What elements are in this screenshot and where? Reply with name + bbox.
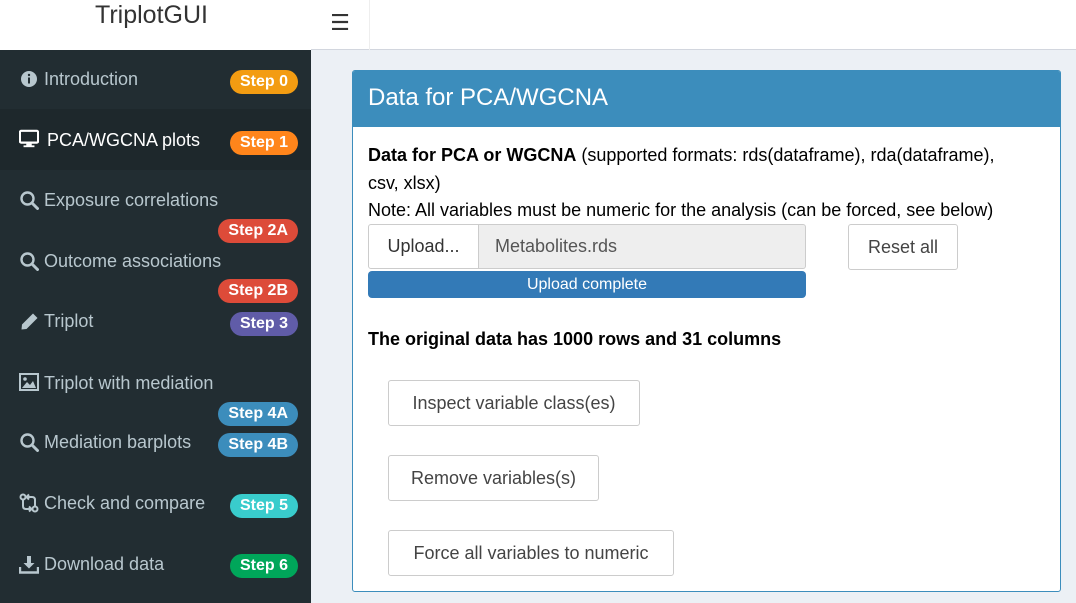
sidebar-item-label: Triplot with mediation (44, 373, 214, 393)
sidebar-item-outcome-associations[interactable]: Outcome associations Step 2B (0, 231, 311, 303)
step-badge: Step 1 (229, 131, 298, 155)
pencil-icon (19, 311, 39, 331)
sidebar-item-label: Check and compare (44, 493, 206, 513)
sidebar-toggle-button[interactable]: ☰ (311, 0, 370, 50)
format-description-rest: (supported formats: rds(dataframe), rda(… (576, 145, 995, 165)
search-icon (19, 251, 39, 271)
sidebar-item-label: PCA/WGCNA plots (47, 130, 201, 150)
sidebar-item-triplot-with-mediation[interactable]: Triplot with mediation Step 4A (0, 352, 311, 426)
data-summary: The original data has 1000 rows and 31 c… (368, 329, 782, 349)
sidebar-item-label: Triplot (44, 311, 94, 331)
sidebar-item-download-data[interactable]: Download data Step 6 (0, 535, 311, 595)
force-numeric-button[interactable]: Force all variables to numeric (388, 530, 674, 576)
search-icon (19, 190, 39, 210)
compare-icon (19, 493, 39, 513)
hamburger-icon: ☰ (330, 10, 350, 35)
data-box: Data for PCA/WGCNA Data for PCA or WGCNA… (352, 70, 1061, 592)
upload-progress-fill: Upload complete (368, 271, 806, 298)
format-description: Data for PCA or WGCNA (supported formats… (368, 145, 995, 166)
download-icon (19, 554, 39, 574)
step-badge: Step 5 (229, 494, 298, 518)
step-badge: Step 4B (218, 433, 298, 457)
sidebar-item-label: Outcome associations (44, 251, 222, 271)
sidebar-item-introduction[interactable]: Introduction Step 0 (0, 50, 311, 109)
desktop-icon (19, 129, 39, 149)
image-icon (19, 372, 39, 392)
file-name-field: Metabolites.rds (479, 224, 806, 269)
box-title: Data for PCA/WGCNA (368, 84, 609, 111)
app-title: TriplotGUI (95, 1, 208, 29)
upload-progress-bar: Upload complete (368, 271, 806, 298)
sidebar-item-label: Download data (44, 554, 165, 574)
file-upload-group: Upload... Metabolites.rds (368, 224, 806, 269)
format-description-bold: Data for PCA or WGCNA (368, 145, 577, 165)
search-icon (19, 432, 39, 452)
remove-variables-button[interactable]: Remove variables(s) (388, 455, 599, 501)
top-navbar: ☰ (311, 0, 1076, 50)
step-badge: Step 0 (229, 70, 298, 94)
reset-all-button[interactable]: Reset all (848, 224, 958, 270)
sidebar-item-triplot[interactable]: Triplot Step 3 (0, 291, 311, 352)
format-description-line2: csv, xlsx) (368, 173, 441, 193)
box-header: Data for PCA/WGCNA (353, 71, 1060, 127)
upload-button[interactable]: Upload... (368, 224, 479, 269)
sidebar-item-label: Mediation barplots (44, 432, 192, 452)
step-badge: Step 3 (229, 312, 298, 336)
info-circle-icon (19, 69, 39, 89)
sidebar-item-exposure-correlations[interactable]: Exposure correlations Step 2A (0, 170, 311, 243)
app-logo[interactable]: TriplotGUI (0, 0, 311, 50)
numeric-note: Note: All variables must be numeric for … (368, 200, 994, 220)
inspect-variable-classes-button[interactable]: Inspect variable class(es) (388, 380, 640, 426)
step-badge: Step 6 (229, 554, 298, 578)
sidebar-item-label: Introduction (44, 69, 139, 89)
sidebar-item-label: Exposure correlations (44, 190, 219, 210)
sidebar-item-pca-wgcna-plots[interactable]: PCA/WGCNA plots Step 1 (0, 109, 311, 170)
sidebar-item-check-and-compare[interactable]: Check and compare Step 5 (0, 474, 311, 535)
sidebar-item-mediation-barplots[interactable]: Mediation barplots Step 4B (0, 413, 311, 474)
sidebar: Introduction Step 0 PCA/WGCNA plots Step… (0, 50, 311, 603)
